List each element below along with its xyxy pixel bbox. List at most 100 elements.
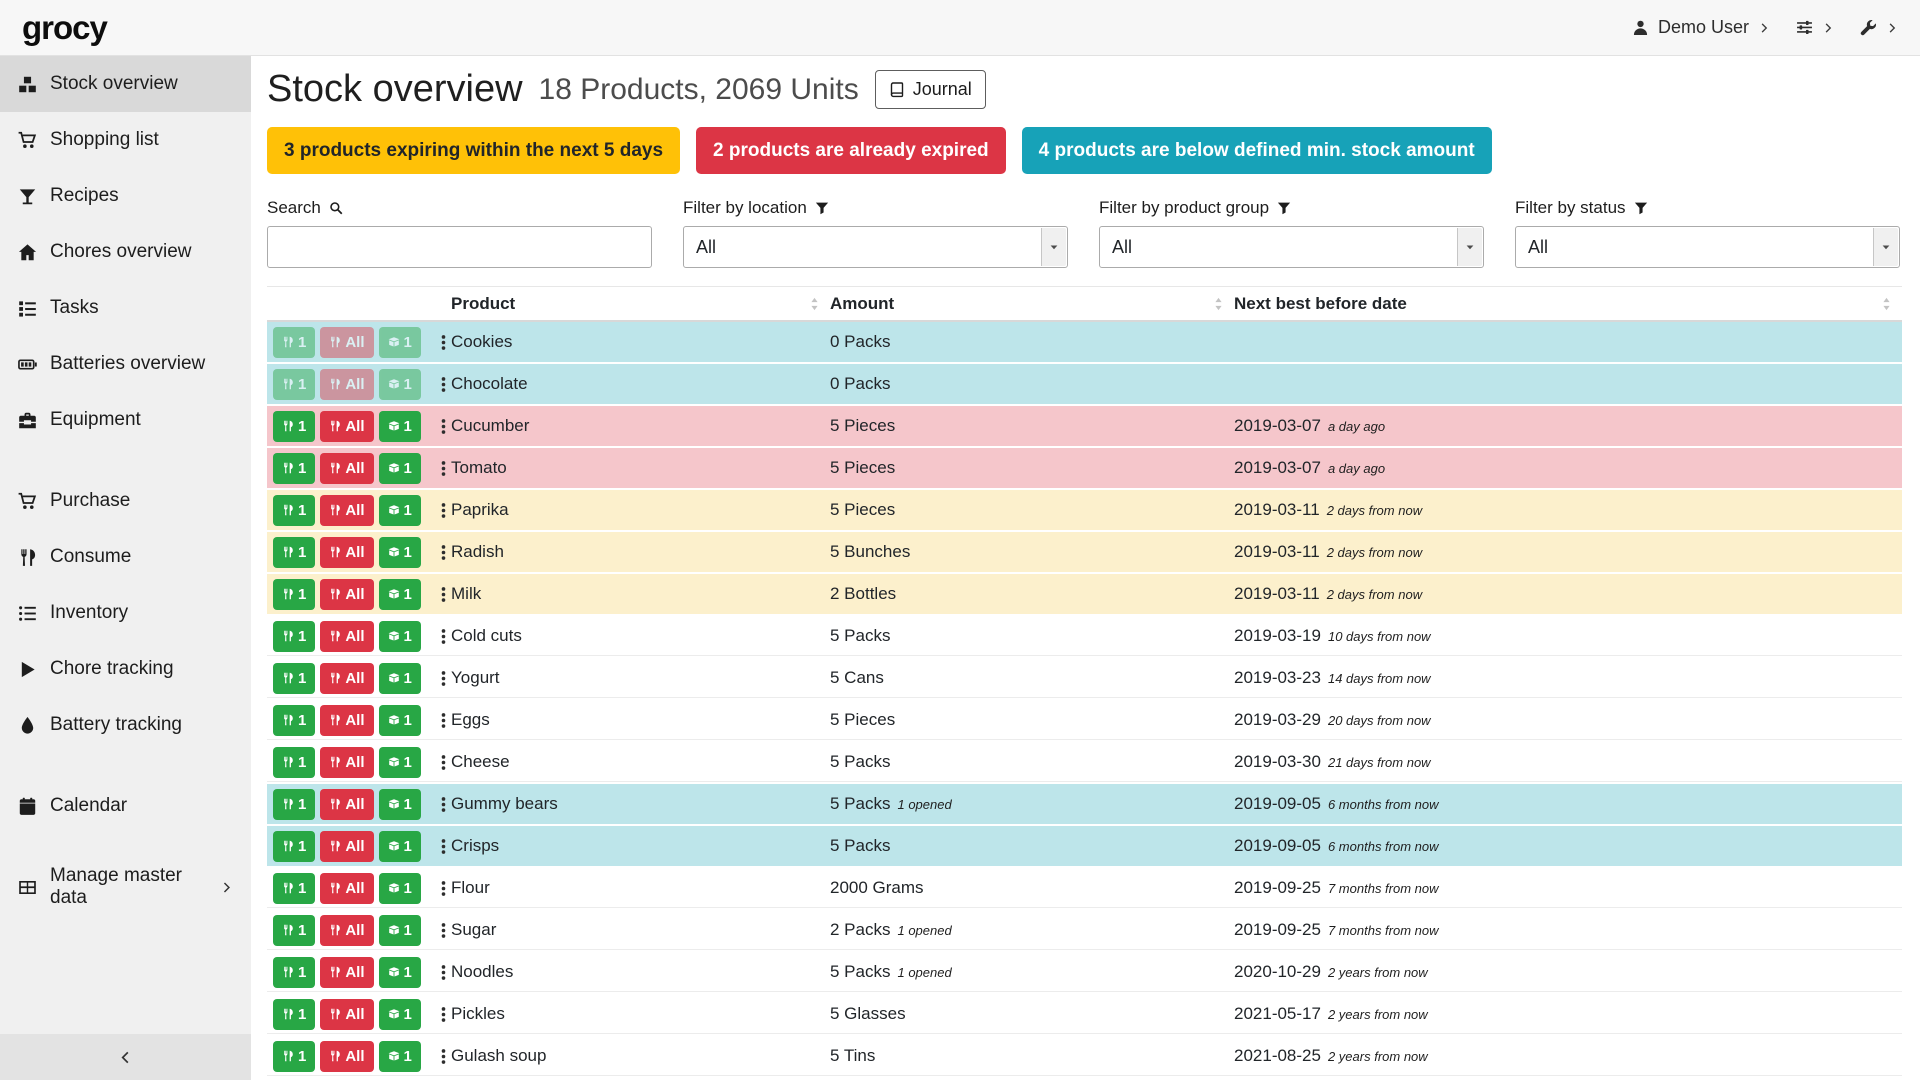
row-menu-button[interactable] — [435, 418, 452, 435]
consume-all-button[interactable]: All — [320, 663, 373, 694]
list-icon — [18, 604, 37, 623]
open-one-button[interactable]: 1 — [379, 579, 421, 610]
location-select[interactable]: All — [683, 226, 1068, 268]
consume-one-button[interactable]: 1 — [273, 789, 315, 820]
consume-all-button[interactable]: All — [320, 1041, 373, 1072]
consume-one-button[interactable]: 1 — [273, 663, 315, 694]
status-badge[interactable]: 2 products are already expired — [696, 127, 1006, 174]
settings-menu[interactable] — [1796, 19, 1834, 36]
sidebar-item-battery-tracking[interactable]: Battery tracking — [0, 697, 251, 753]
consume-all-button[interactable]: All — [320, 957, 373, 988]
consume-all-button[interactable]: All — [320, 873, 373, 904]
column-header-next-best-before-date[interactable]: Next best before date — [1234, 287, 1902, 320]
open-one-button[interactable]: 1 — [379, 789, 421, 820]
row-menu-button[interactable] — [435, 1048, 452, 1065]
stock-table-body: 1 All 1 Cookies 0 Packs 1 All 1 Chocolat… — [267, 322, 1902, 1078]
consume-one-button[interactable]: 1 — [273, 831, 315, 862]
consume-one-button[interactable]: 1 — [273, 411, 315, 442]
filter-icon — [1277, 201, 1291, 215]
sidebar-item-chores-overview[interactable]: Chores overview — [0, 224, 251, 280]
open-one-button[interactable]: 1 — [379, 999, 421, 1030]
row-menu-button[interactable] — [435, 460, 452, 477]
sidebar-item-shopping-list[interactable]: Shopping list — [0, 112, 251, 168]
search-input[interactable] — [267, 226, 652, 268]
row-menu-button[interactable] — [435, 628, 452, 645]
open-one-button[interactable]: 1 — [379, 957, 421, 988]
open-one-button[interactable]: 1 — [379, 453, 421, 484]
sidebar-item-recipes[interactable]: Recipes — [0, 168, 251, 224]
row-menu-button[interactable] — [435, 922, 452, 939]
consume-all-button[interactable]: All — [320, 537, 373, 568]
consume-all-button[interactable]: All — [320, 579, 373, 610]
row-menu-button[interactable] — [435, 838, 452, 855]
consume-all-button[interactable]: All — [320, 453, 373, 484]
sidebar-item-inventory[interactable]: Inventory — [0, 585, 251, 641]
open-one-button[interactable]: 1 — [379, 831, 421, 862]
row-menu-button[interactable] — [435, 334, 452, 351]
consume-all-button[interactable]: All — [320, 705, 373, 736]
consume-one-button[interactable]: 1 — [273, 999, 315, 1030]
row-menu-button[interactable] — [435, 880, 452, 897]
consume-all-button[interactable]: All — [320, 411, 373, 442]
row-menu-button[interactable] — [435, 796, 452, 813]
sidebar-item-calendar[interactable]: Calendar — [0, 778, 251, 834]
open-one-button[interactable]: 1 — [379, 1041, 421, 1072]
consume-all-button[interactable]: All — [320, 621, 373, 652]
open-one-button[interactable]: 1 — [379, 915, 421, 946]
sidebar-item-chore-tracking[interactable]: Chore tracking — [0, 641, 251, 697]
row-menu-button[interactable] — [435, 754, 452, 771]
consume-one-button[interactable]: 1 — [273, 1041, 315, 1072]
status-badge[interactable]: 3 products expiring within the next 5 da… — [267, 127, 680, 174]
sidebar-collapse-button[interactable] — [0, 1034, 251, 1080]
column-header-product[interactable]: Product — [451, 287, 830, 320]
consume-one-button[interactable]: 1 — [273, 957, 315, 988]
admin-menu[interactable] — [1860, 19, 1898, 36]
consume-one-button[interactable]: 1 — [273, 705, 315, 736]
open-one-button[interactable]: 1 — [379, 663, 421, 694]
consume-one-button[interactable]: 1 — [273, 537, 315, 568]
open-one-button[interactable]: 1 — [379, 705, 421, 736]
sidebar-item-stock-overview[interactable]: Stock overview — [0, 56, 251, 112]
consume-all-button[interactable]: All — [320, 789, 373, 820]
consume-one-button[interactable]: 1 — [273, 495, 315, 526]
user-menu[interactable]: Demo User — [1632, 17, 1770, 38]
consume-one-button[interactable]: 1 — [273, 579, 315, 610]
open-one-button[interactable]: 1 — [379, 537, 421, 568]
journal-button[interactable]: Journal — [875, 70, 986, 109]
consume-all-button[interactable]: All — [320, 495, 373, 526]
row-actions: 1 All 1 — [267, 532, 451, 572]
row-menu-button[interactable] — [435, 712, 452, 729]
sidebar-item-batteries-overview[interactable]: Batteries overview — [0, 336, 251, 392]
status-badge[interactable]: 4 products are below defined min. stock … — [1022, 127, 1492, 174]
open-one-button[interactable]: 1 — [379, 621, 421, 652]
row-menu-button[interactable] — [435, 502, 452, 519]
row-menu-button[interactable] — [435, 376, 452, 393]
row-menu-button[interactable] — [435, 964, 452, 981]
open-one-button[interactable]: 1 — [379, 495, 421, 526]
row-menu-button[interactable] — [435, 544, 452, 561]
sidebar-item-equipment[interactable]: Equipment — [0, 392, 251, 448]
row-menu-button[interactable] — [435, 1006, 452, 1023]
consume-all-button[interactable]: All — [320, 999, 373, 1030]
open-one-button[interactable]: 1 — [379, 747, 421, 778]
open-one-button[interactable]: 1 — [379, 873, 421, 904]
consume-one-button[interactable]: 1 — [273, 453, 315, 484]
consume-all-button[interactable]: All — [320, 831, 373, 862]
product-group-select[interactable]: All — [1099, 226, 1484, 268]
open-one-button[interactable]: 1 — [379, 411, 421, 442]
sidebar-item-tasks[interactable]: Tasks — [0, 280, 251, 336]
consume-one-button[interactable]: 1 — [273, 747, 315, 778]
consume-all-button[interactable]: All — [320, 747, 373, 778]
sidebar-item-manage-master-data[interactable]: Manage master data — [0, 859, 251, 915]
sidebar-item-consume[interactable]: Consume — [0, 529, 251, 585]
status-select[interactable]: All — [1515, 226, 1900, 268]
consume-one-button[interactable]: 1 — [273, 915, 315, 946]
row-menu-button[interactable] — [435, 586, 452, 603]
row-menu-button[interactable] — [435, 670, 452, 687]
consume-one-button[interactable]: 1 — [273, 873, 315, 904]
column-header-amount[interactable]: Amount — [830, 287, 1234, 320]
consume-one-button[interactable]: 1 — [273, 621, 315, 652]
best-before-date: 2019-03-11 — [1234, 500, 1320, 520]
sidebar-item-purchase[interactable]: Purchase — [0, 473, 251, 529]
consume-all-button[interactable]: All — [320, 915, 373, 946]
